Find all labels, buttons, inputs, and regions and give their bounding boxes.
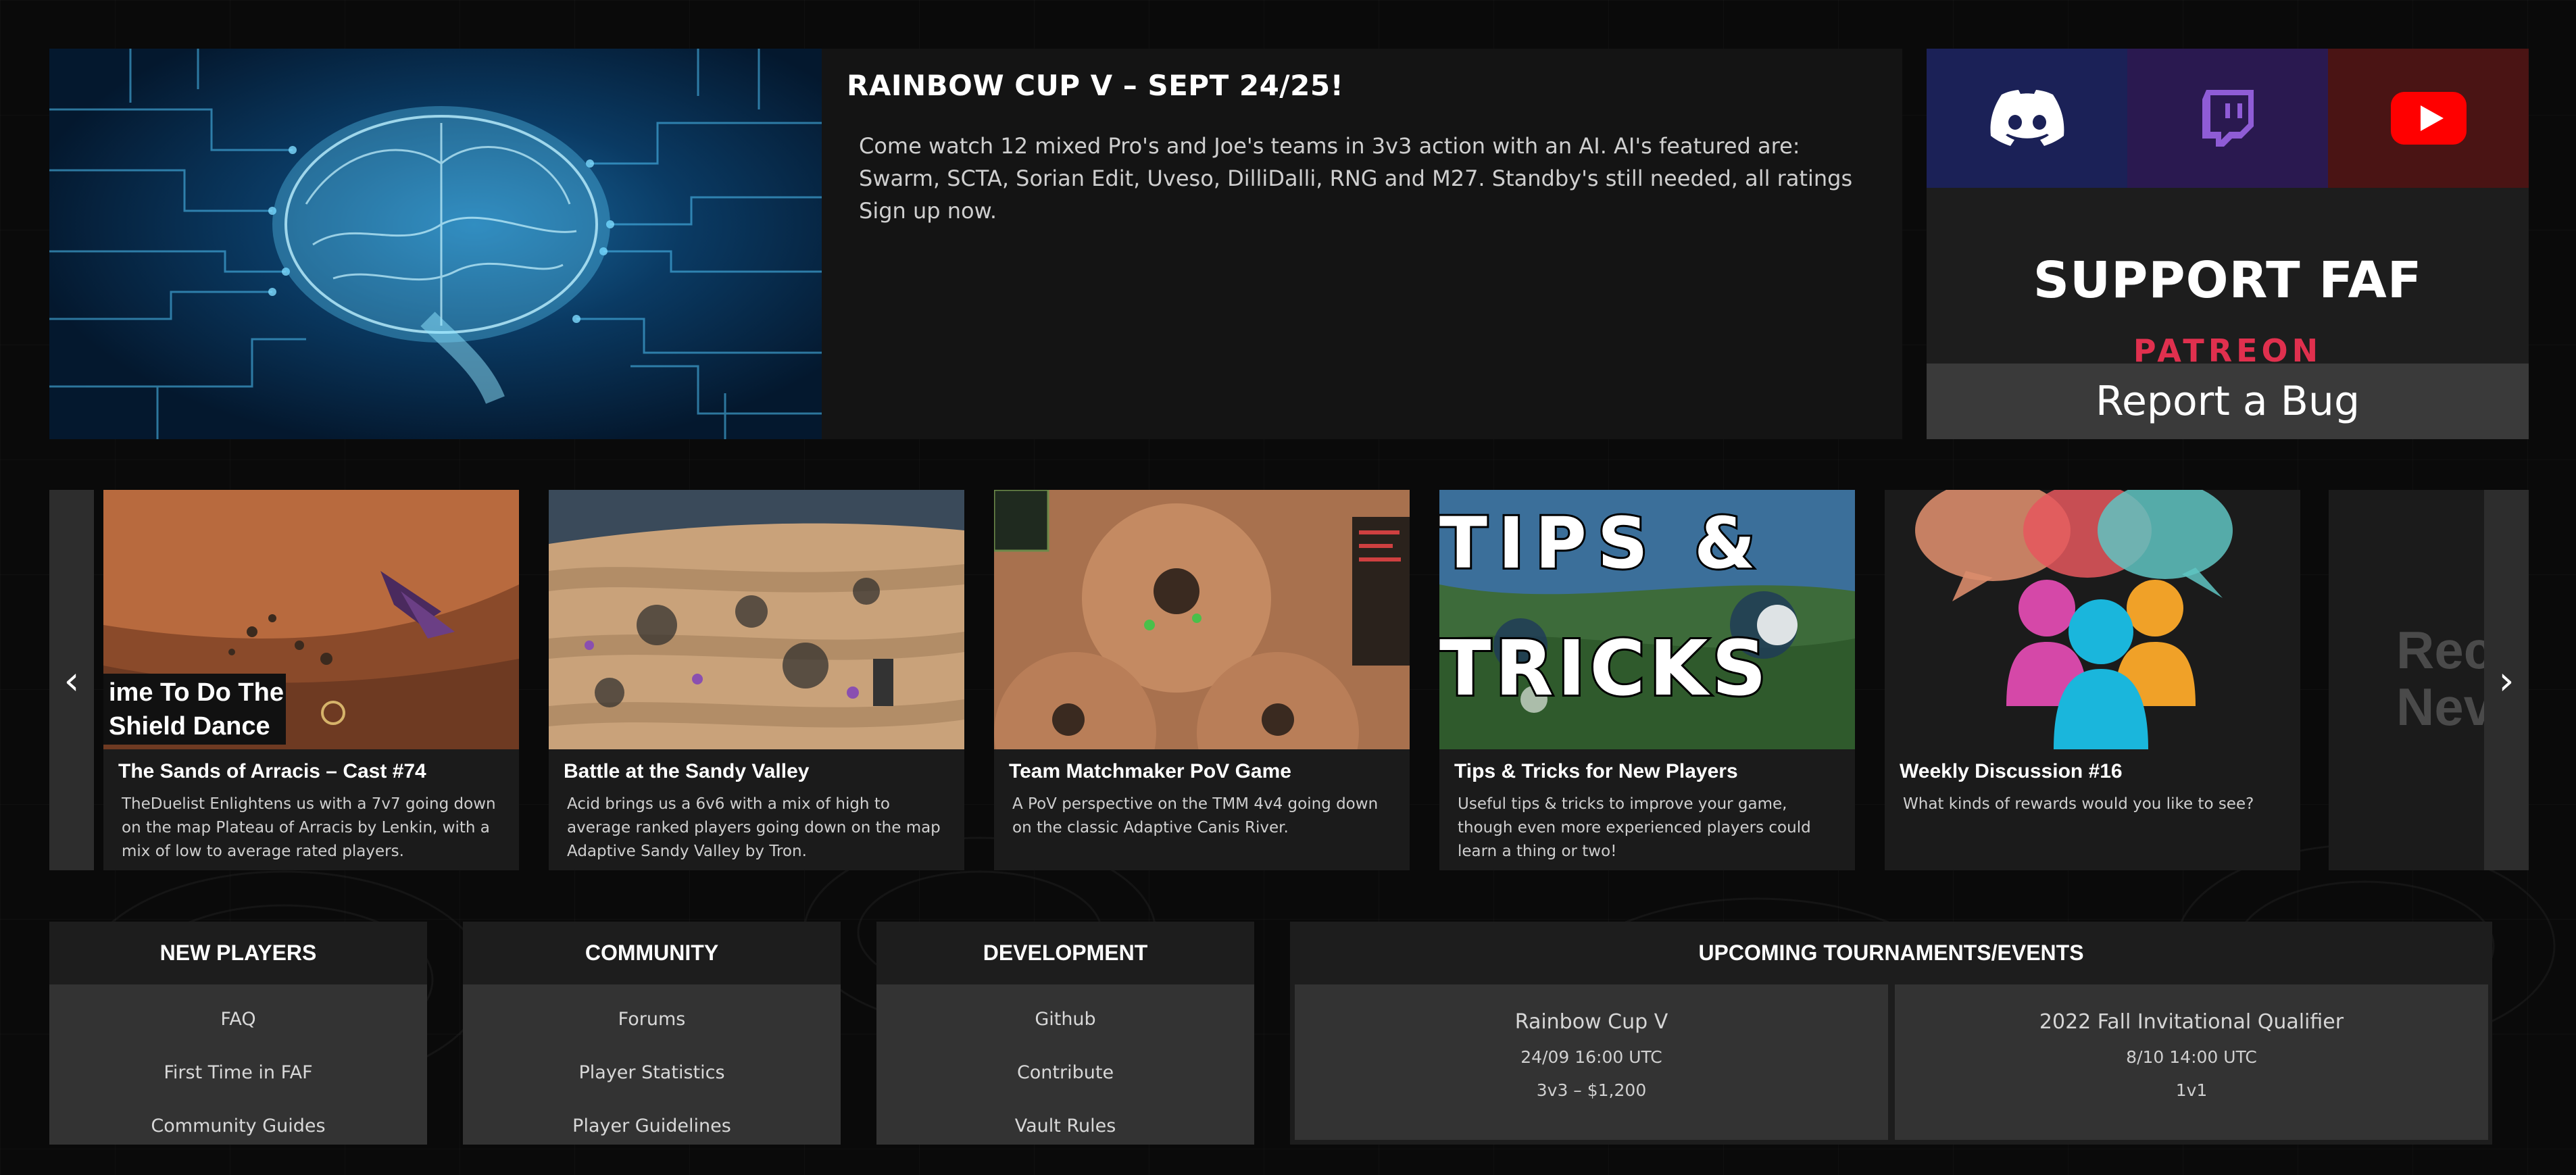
card-thumbnail (994, 490, 1410, 749)
card-title: The Sands of Arracis – Cast #74 (118, 760, 426, 782)
event-details: 1v1 (2175, 1080, 2208, 1100)
card-thumbnail (549, 490, 964, 749)
news-card[interactable]: Battle at the Sandy Valley Acid brings u… (549, 490, 964, 870)
event-date: 8/10 14:00 UTC (2126, 1047, 2257, 1067)
support-faf-title[interactable]: SUPPORT FAF (1927, 251, 2529, 309)
tips-overlay-line1: TIPS & (1439, 500, 1766, 586)
news-title[interactable]: RAINBOW CUP V – SEPT 24/25! (847, 69, 1875, 102)
event-details: 3v3 – $1,200 (1536, 1080, 1647, 1100)
panel-heading: DEVELOPMENT (876, 922, 1254, 984)
partial-card-text: Rec Nev (2396, 622, 2484, 735)
upcoming-events-panel: UPCOMING TOURNAMENTS/EVENTS Rainbow Cup … (1290, 922, 2492, 1145)
report-bug-button[interactable]: Report a Bug (1927, 364, 2529, 439)
news-card[interactable]: TIPS & TRICKS Tips & Tricks for New Play… (1439, 490, 1855, 870)
card-description: What kinds of rewards would you like to … (1903, 795, 2254, 813)
featured-news[interactable]: RAINBOW CUP V – SEPT 24/25! Come watch 1… (49, 49, 1902, 439)
card-description: Useful tips & tricks to improve your gam… (1458, 795, 1811, 860)
development-panel: DEVELOPMENT Github Contribute Vault Rule… (876, 922, 1254, 1145)
news-card[interactable]: ime To Do The Shield Dance The Sands of … (103, 490, 519, 870)
tips-overlay-line2: TRICKS (1439, 623, 1770, 715)
github-link[interactable]: Github (876, 993, 1254, 1046)
card-thumbnail (1885, 490, 2300, 749)
discord-link[interactable] (1927, 49, 2127, 188)
community-panel: COMMUNITY Forums Player Statistics Playe… (463, 922, 841, 1145)
event-name: Rainbow Cup V (1514, 1010, 1668, 1034)
player-statistics-link[interactable]: Player Statistics (463, 1046, 841, 1099)
contribute-link[interactable]: Contribute (876, 1046, 1254, 1099)
card-thumbnail: ime To Do The Shield Dance (103, 490, 519, 749)
panel-heading: UPCOMING TOURNAMENTS/EVENTS (1698, 941, 2084, 965)
panel-heading: COMMUNITY (463, 922, 841, 984)
youtube-icon (2390, 92, 2467, 145)
twitch-link[interactable] (2127, 49, 2328, 188)
card-description: Acid brings us a 6v6 with a mix of high … (567, 795, 941, 860)
social-links (1927, 49, 2529, 188)
vault-rules-link[interactable]: Vault Rules (876, 1099, 1254, 1153)
news-carousel: ‹ ime To Do The Shield Dance The Sands o… (49, 490, 2529, 870)
event-date: 24/09 16:00 UTC (1520, 1047, 1662, 1067)
card-thumbnail: TIPS & TRICKS (1439, 490, 1855, 749)
card-title: Battle at the Sandy Valley (564, 760, 810, 782)
news-description: Come watch 12 mixed Pro's and Joe's team… (859, 133, 1853, 224)
chevron-right-icon: › (2498, 657, 2515, 703)
discussion-icon (1915, 490, 2233, 749)
carousel-prev-button[interactable]: ‹ (49, 490, 94, 870)
player-guidelines-link[interactable]: Player Guidelines (463, 1099, 841, 1153)
card-title: Team Matchmaker PoV Game (1009, 760, 1291, 782)
event-item[interactable]: Rainbow Cup V 24/09 16:00 UTC 3v3 – $1,2… (1295, 984, 1888, 1140)
card-title: Weekly Discussion #16 (1900, 760, 2123, 782)
youtube-link[interactable] (2328, 49, 2529, 188)
carousel-next-button[interactable]: › (2484, 490, 2529, 870)
news-card[interactable]: Team Matchmaker PoV Game A PoV perspecti… (994, 490, 1410, 870)
event-name: 2022 Fall Invitational Qualifier (2039, 1010, 2344, 1034)
first-time-link[interactable]: First Time in FAF (49, 1046, 427, 1099)
card-overlay-text: ime To Do The Shield Dance (109, 678, 284, 741)
brain-circuit-image (49, 49, 822, 439)
card-description: TheDuelist Enlightens us with a 7v7 goin… (122, 795, 496, 860)
discord-icon (1990, 90, 2064, 146)
card-description: A PoV perspective on the TMM 4v4 going d… (1012, 795, 1379, 836)
community-guides-link[interactable]: Community Guides (49, 1099, 427, 1153)
new-players-panel: NEW PLAYERS FAQ First Time in FAF Commun… (49, 922, 427, 1145)
support-panel: SUPPORT FAF PATREON Report a Bug (1927, 49, 2529, 439)
panel-heading: NEW PLAYERS (49, 922, 427, 984)
faq-link[interactable]: FAQ (49, 993, 427, 1046)
forums-link[interactable]: Forums (463, 993, 841, 1046)
chevron-left-icon: ‹ (64, 657, 80, 703)
twitch-icon (2202, 90, 2254, 147)
event-item[interactable]: 2022 Fall Invitational Qualifier 8/10 14… (1895, 984, 2488, 1140)
card-title: Tips & Tricks for New Players (1454, 760, 1738, 782)
news-card-partial[interactable]: Rec Nev (2329, 490, 2484, 870)
news-card[interactable]: Weekly Discussion #16 What kinds of rewa… (1885, 490, 2300, 870)
